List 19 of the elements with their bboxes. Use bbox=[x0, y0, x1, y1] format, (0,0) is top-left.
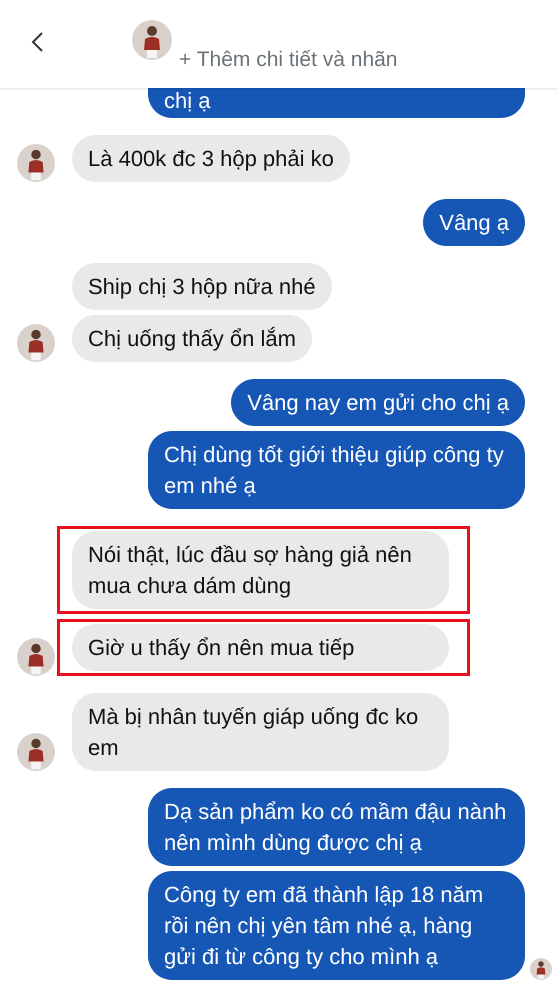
message-bubble: Chị dùng tốt giới thiệu giúp công ty em nhé ạ bbox=[148, 431, 525, 509]
seen-avatar bbox=[530, 958, 552, 980]
message-bubble: chị ạ bbox=[148, 88, 525, 118]
message-bubble: Vâng ạ bbox=[423, 199, 525, 246]
message-bubble: Vâng nay em gửi cho chị ạ bbox=[231, 379, 525, 426]
sender-avatar bbox=[17, 144, 55, 182]
contact-avatar bbox=[132, 20, 172, 60]
message-bubble: Mà bị nhân tuyến giáp uống đc ko em bbox=[72, 693, 449, 771]
message-bubble: Dạ sản phẩm ko có mầm đậu nành nên mình dùng được chị ạ bbox=[148, 788, 525, 866]
message-bubble: Giờ u thấy ổn nên mua tiếp bbox=[72, 624, 449, 671]
message-bubble: Là 400k đc 3 hộp phải ko bbox=[72, 135, 350, 182]
sender-avatar bbox=[17, 733, 55, 771]
sender-avatar bbox=[17, 638, 55, 676]
sender-avatar bbox=[17, 324, 55, 362]
message-bubble: Chị uống thấy ổn lắm bbox=[72, 315, 312, 362]
add-details-link[interactable]: + Thêm chi tiết và nhãn bbox=[179, 44, 398, 76]
message-bubble: Nói thật, lúc đầu sợ hàng giả nên mua chưa dám dùng bbox=[72, 531, 449, 609]
message-bubble: Ship chị 3 hộp nữa nhé bbox=[72, 263, 332, 310]
message-bubble: Công ty em đã thành lập 18 năm rồi nên chị yên tâm nhé ạ, hàng gửi đi từ công ty cho mình ạ bbox=[148, 871, 525, 980]
